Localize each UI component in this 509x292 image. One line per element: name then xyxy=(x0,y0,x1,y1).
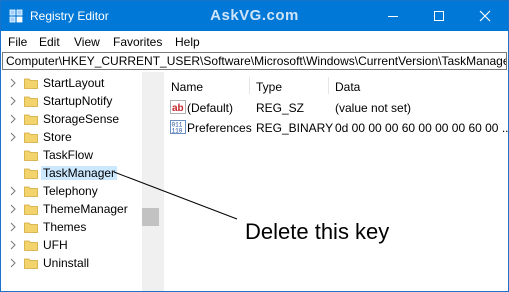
maximize-icon xyxy=(434,11,444,21)
string-value-icon: ab xyxy=(170,100,186,114)
chevron-right-icon[interactable] xyxy=(9,132,17,142)
menu-bar: File Edit View Favorites Help xyxy=(1,31,508,51)
menu-view[interactable]: View xyxy=(74,35,100,49)
tree-item-storagesense[interactable]: StorageSense xyxy=(1,110,141,128)
tree-scrollbar[interactable] xyxy=(142,72,159,291)
folder-icon xyxy=(24,258,38,269)
tree-item-label: StartupNotify xyxy=(43,94,113,108)
tree-item-label: UFH xyxy=(43,238,68,252)
tree-item-label: ThemeManager xyxy=(43,202,128,216)
tree-item-store[interactable]: Store xyxy=(1,128,141,146)
tree-item-startlayout[interactable]: StartLayout xyxy=(1,74,141,92)
chevron-right-icon[interactable] xyxy=(9,240,17,250)
folder-icon xyxy=(24,132,38,143)
key-tree: StartLayout StartupNotify StorageSense S… xyxy=(1,72,159,291)
value-row-preferences[interactable]: 011 110 Preferences REG_BINARY 0d 00 00 … xyxy=(164,118,508,137)
chevron-right-icon[interactable] xyxy=(9,204,17,214)
tree-item-label: Uninstall xyxy=(43,256,90,270)
folder-icon xyxy=(24,204,38,215)
tree-item-taskmanager[interactable]: TaskManager xyxy=(1,164,141,182)
menu-favorites[interactable]: Favorites xyxy=(113,35,162,49)
maximize-button[interactable] xyxy=(416,1,462,31)
tree-item-startupnotify[interactable]: StartupNotify xyxy=(1,92,141,110)
svg-text:ab: ab xyxy=(172,103,184,114)
values-pane: Name Type Data ab (Default) REG_SZ (valu… xyxy=(164,72,508,291)
folder-icon xyxy=(24,96,38,107)
minimize-button[interactable] xyxy=(370,1,416,31)
value-data: (value not set) xyxy=(335,101,412,115)
minimize-icon xyxy=(388,16,398,17)
menu-file[interactable]: File xyxy=(8,35,27,49)
registry-editor-window: Registry Editor AskVG.com File Edit View… xyxy=(0,0,509,292)
scrollbar-thumb[interactable] xyxy=(142,208,159,226)
folder-icon xyxy=(24,222,38,233)
close-button[interactable] xyxy=(462,1,508,31)
menu-help[interactable]: Help xyxy=(175,35,200,49)
tree-item-uninstall[interactable]: Uninstall xyxy=(1,254,141,272)
menu-edit[interactable]: Edit xyxy=(39,35,60,49)
callout-text: Delete this key xyxy=(245,219,390,244)
tree-item-taskflow[interactable]: TaskFlow xyxy=(1,146,141,164)
chevron-right-icon[interactable] xyxy=(9,258,17,268)
binary-value-icon: 011 110 xyxy=(170,120,186,134)
column-divider[interactable] xyxy=(249,77,250,94)
column-header-name[interactable]: Name xyxy=(171,80,203,94)
tree-item-label: Store xyxy=(43,130,72,144)
column-header-data[interactable]: Data xyxy=(335,80,360,94)
value-type: REG_BINARY xyxy=(256,121,334,135)
chevron-right-icon[interactable] xyxy=(9,96,17,106)
column-divider[interactable] xyxy=(328,77,329,94)
chevron-right-icon[interactable] xyxy=(9,114,17,124)
address-bar[interactable]: Computer\HKEY_CURRENT_USER\Software\Micr… xyxy=(2,52,507,70)
folder-icon xyxy=(24,150,38,161)
svg-text:110: 110 xyxy=(172,128,183,135)
value-data: 0d 00 00 00 60 00 00 00 60 00 ... xyxy=(335,121,508,135)
tree-item-themes[interactable]: Themes xyxy=(1,218,141,236)
value-row-default[interactable]: ab (Default) REG_SZ (value not set) xyxy=(164,98,508,117)
folder-icon xyxy=(24,114,38,125)
tree-item-label: TaskFlow xyxy=(43,148,94,162)
folder-icon xyxy=(24,240,38,251)
tree-item-label: Themes xyxy=(43,220,87,234)
folder-icon xyxy=(24,186,38,197)
close-icon xyxy=(479,10,491,22)
tree-item-label: StartLayout xyxy=(43,76,105,90)
chevron-right-icon[interactable] xyxy=(9,186,17,196)
value-name: (Default) xyxy=(187,101,234,115)
chevron-right-icon[interactable] xyxy=(9,78,17,88)
tree-item-thememanager[interactable]: ThemeManager xyxy=(1,200,141,218)
tree-item-label: Telephony xyxy=(43,184,98,198)
value-name: Preferences xyxy=(187,121,252,135)
tree-item-telephony[interactable]: Telephony xyxy=(1,182,141,200)
tree-item-label: TaskManager xyxy=(41,166,118,180)
chevron-right-icon[interactable] xyxy=(9,222,17,232)
column-header-type[interactable]: Type xyxy=(256,80,282,94)
folder-icon xyxy=(24,78,38,89)
tree-item-ufh[interactable]: UFH xyxy=(1,236,141,254)
title-bar[interactable]: Registry Editor AskVG.com xyxy=(1,1,508,31)
tree-item-label: StorageSense xyxy=(43,112,120,126)
folder-icon xyxy=(24,168,38,179)
value-type: REG_SZ xyxy=(256,101,305,115)
